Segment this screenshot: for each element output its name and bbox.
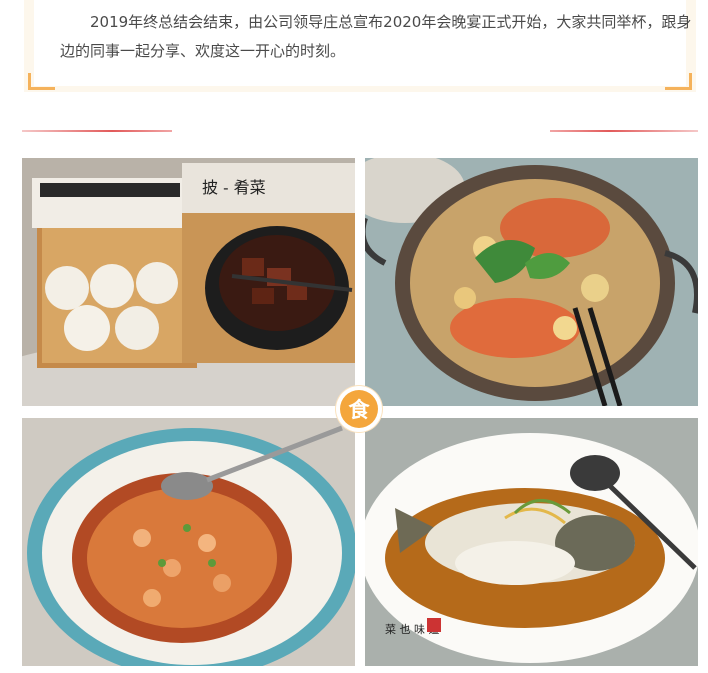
intro-box: 2019年终总结会结束，由公司领导庄总宣布2020年会晚宴正式开始，大家共同举杯… xyxy=(24,0,696,92)
photo-buns-braised-pork: 披 - 肴菜 xyxy=(22,158,355,406)
photo-crab-pot xyxy=(365,158,698,406)
divider-right xyxy=(550,130,698,132)
photo-steamed-fish: 菜 也 味 道 xyxy=(365,418,698,666)
food-badge: 食 xyxy=(336,386,382,432)
svg-text:披 - 肴菜: 披 - 肴菜 xyxy=(202,178,266,197)
corner-decoration-right xyxy=(665,73,692,90)
intro-text: 2019年终总结会结束，由公司领导庄总宣布2020年会晚宴正式开始，大家共同举杯… xyxy=(60,13,692,60)
intro-inner: 2019年终总结会结束，由公司领导庄总宣布2020年会晚宴正式开始，大家共同举杯… xyxy=(34,0,691,86)
corner-decoration-left xyxy=(28,73,55,90)
divider-left xyxy=(22,130,172,132)
food-badge-label: 食 xyxy=(340,390,378,428)
photo-shrimp-plate xyxy=(22,418,355,666)
